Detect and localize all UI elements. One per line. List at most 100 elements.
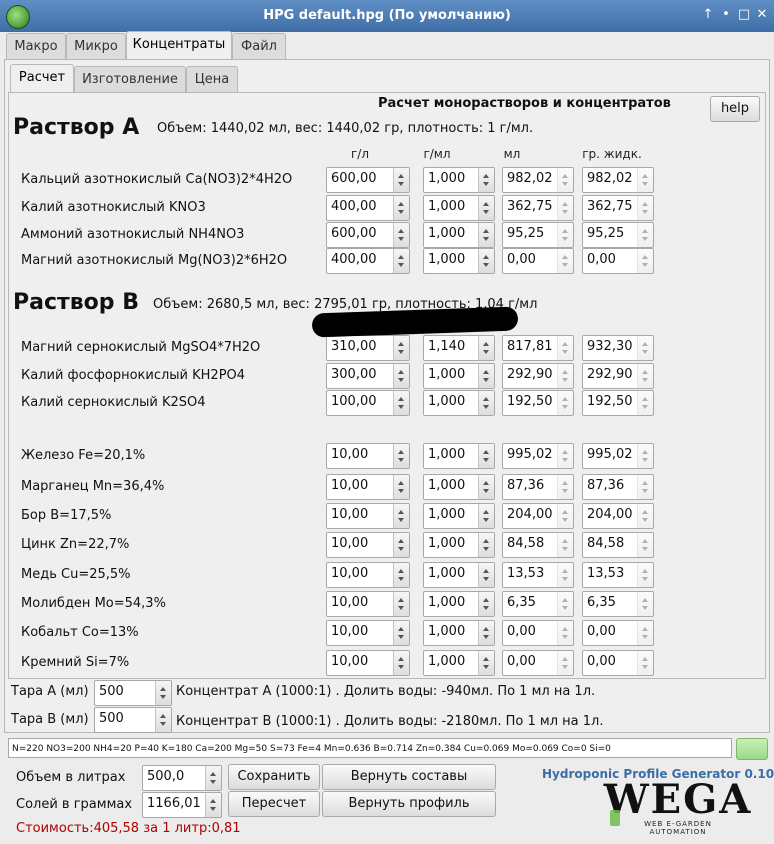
spin-arrows-icon[interactable]	[478, 336, 494, 360]
value-field-gl[interactable]: 310,00	[326, 335, 410, 361]
value-field-gr[interactable]: 932,30	[582, 335, 654, 361]
volume-input[interactable]: 500,0	[142, 765, 222, 791]
value-field-gr[interactable]: 204,00	[582, 503, 654, 529]
spin-arrows-icon[interactable]	[637, 651, 653, 675]
tab-concentrates[interactable]: Концентраты	[126, 31, 232, 60]
tab-macro[interactable]: Макро	[6, 33, 66, 60]
spin-arrows-icon[interactable]	[393, 168, 409, 192]
value-field-ml[interactable]: 6,35	[502, 591, 574, 617]
value-field-gml[interactable]: 1,000	[423, 443, 495, 469]
spin-arrows-icon[interactable]	[478, 391, 494, 415]
value-field-gml[interactable]: 1,000	[423, 591, 495, 617]
value-field-gml[interactable]: 1,140	[423, 335, 495, 361]
value-field-gr[interactable]: 292,90	[582, 363, 654, 389]
spin-arrows-icon[interactable]	[637, 592, 653, 616]
tara-b-input[interactable]: 500	[94, 707, 172, 733]
value-field-gml[interactable]: 1,000	[423, 222, 495, 248]
spin-arrows-icon[interactable]	[637, 391, 653, 415]
spin-arrows-icon[interactable]	[637, 336, 653, 360]
spin-arrows-icon[interactable]	[393, 621, 409, 645]
spin-arrows-icon[interactable]	[393, 223, 409, 247]
value-field-gml[interactable]: 1,000	[423, 474, 495, 500]
spin-arrows-icon[interactable]	[478, 651, 494, 675]
value-field-gml[interactable]: 1,000	[423, 390, 495, 416]
spin-arrows-icon[interactable]	[155, 708, 171, 732]
value-field-ml[interactable]: 0,00	[502, 620, 574, 646]
spin-arrows-icon[interactable]	[637, 563, 653, 587]
value-field-gr[interactable]: 982,02	[582, 167, 654, 193]
spin-arrows-icon[interactable]	[205, 766, 221, 790]
recalc-button[interactable]: Пересчет	[228, 791, 320, 817]
help-button[interactable]: help	[710, 96, 760, 122]
spin-arrows-icon[interactable]	[557, 444, 573, 468]
tara-a-input[interactable]: 500	[94, 680, 172, 706]
spin-arrows-icon[interactable]	[557, 196, 573, 220]
profile-status-field[interactable]: N=220 NO3=200 NH4=20 P=40 K=180 Ca=200 M…	[8, 738, 732, 758]
value-field-gr[interactable]: 995,02	[582, 443, 654, 469]
value-field-gr[interactable]: 84,58	[582, 532, 654, 558]
value-field-gr[interactable]: 0,00	[582, 620, 654, 646]
spin-arrows-icon[interactable]	[393, 364, 409, 388]
pin-icon[interactable]: ↑	[700, 7, 716, 23]
value-field-gl[interactable]: 300,00	[326, 363, 410, 389]
value-field-gl[interactable]: 10,00	[326, 591, 410, 617]
value-field-gml[interactable]: 1,000	[423, 195, 495, 221]
value-field-gr[interactable]: 0,00	[582, 650, 654, 676]
value-field-gr[interactable]: 87,36	[582, 474, 654, 500]
spin-arrows-icon[interactable]	[557, 592, 573, 616]
spin-arrows-icon[interactable]	[557, 475, 573, 499]
restore-composition-button[interactable]: Вернуть составы	[322, 764, 496, 790]
spin-arrows-icon[interactable]	[557, 533, 573, 557]
spin-arrows-icon[interactable]	[478, 563, 494, 587]
spin-arrows-icon[interactable]	[393, 533, 409, 557]
spin-arrows-icon[interactable]	[478, 621, 494, 645]
value-field-gml[interactable]: 1,000	[423, 167, 495, 193]
spin-arrows-icon[interactable]	[393, 391, 409, 415]
value-field-ml[interactable]: 292,90	[502, 363, 574, 389]
spin-arrows-icon[interactable]	[393, 563, 409, 587]
spin-arrows-icon[interactable]	[478, 592, 494, 616]
spin-arrows-icon[interactable]	[557, 168, 573, 192]
spin-arrows-icon[interactable]	[637, 475, 653, 499]
value-field-gl[interactable]: 10,00	[326, 650, 410, 676]
value-field-gl[interactable]: 10,00	[326, 532, 410, 558]
spin-arrows-icon[interactable]	[478, 475, 494, 499]
spin-arrows-icon[interactable]	[637, 621, 653, 645]
spin-arrows-icon[interactable]	[637, 168, 653, 192]
value-field-gl[interactable]: 10,00	[326, 474, 410, 500]
spin-arrows-icon[interactable]	[637, 364, 653, 388]
spin-arrows-icon[interactable]	[557, 651, 573, 675]
value-field-ml[interactable]: 362,75	[502, 195, 574, 221]
value-field-ml[interactable]: 87,36	[502, 474, 574, 500]
value-field-ml[interactable]: 95,25	[502, 222, 574, 248]
value-field-gr[interactable]: 6,35	[582, 591, 654, 617]
value-field-gl[interactable]: 400,00	[326, 248, 410, 274]
spin-arrows-icon[interactable]	[637, 533, 653, 557]
value-field-ml[interactable]: 995,02	[502, 443, 574, 469]
spin-arrows-icon[interactable]	[637, 504, 653, 528]
value-field-gr[interactable]: 95,25	[582, 222, 654, 248]
spin-arrows-icon[interactable]	[393, 336, 409, 360]
value-field-gr[interactable]: 362,75	[582, 195, 654, 221]
spin-arrows-icon[interactable]	[478, 168, 494, 192]
spin-arrows-icon[interactable]	[557, 621, 573, 645]
value-field-ml[interactable]: 204,00	[502, 503, 574, 529]
value-field-gml[interactable]: 1,000	[423, 363, 495, 389]
value-field-gr[interactable]: 192,50	[582, 390, 654, 416]
spin-arrows-icon[interactable]	[637, 196, 653, 220]
spin-arrows-icon[interactable]	[478, 196, 494, 220]
tab-micro[interactable]: Микро	[66, 33, 126, 60]
spin-arrows-icon[interactable]	[557, 223, 573, 247]
value-field-gl[interactable]: 600,00	[326, 167, 410, 193]
value-field-gl[interactable]: 600,00	[326, 222, 410, 248]
value-field-gml[interactable]: 1,000	[423, 620, 495, 646]
value-field-ml[interactable]: 192,50	[502, 390, 574, 416]
spin-arrows-icon[interactable]	[557, 504, 573, 528]
spin-arrows-icon[interactable]	[155, 681, 171, 705]
value-field-gml[interactable]: 1,000	[423, 248, 495, 274]
value-field-gr[interactable]: 13,53	[582, 562, 654, 588]
value-field-ml[interactable]: 982,02	[502, 167, 574, 193]
value-field-gr[interactable]: 0,00	[582, 248, 654, 274]
spin-arrows-icon[interactable]	[557, 249, 573, 273]
spin-arrows-icon[interactable]	[637, 223, 653, 247]
